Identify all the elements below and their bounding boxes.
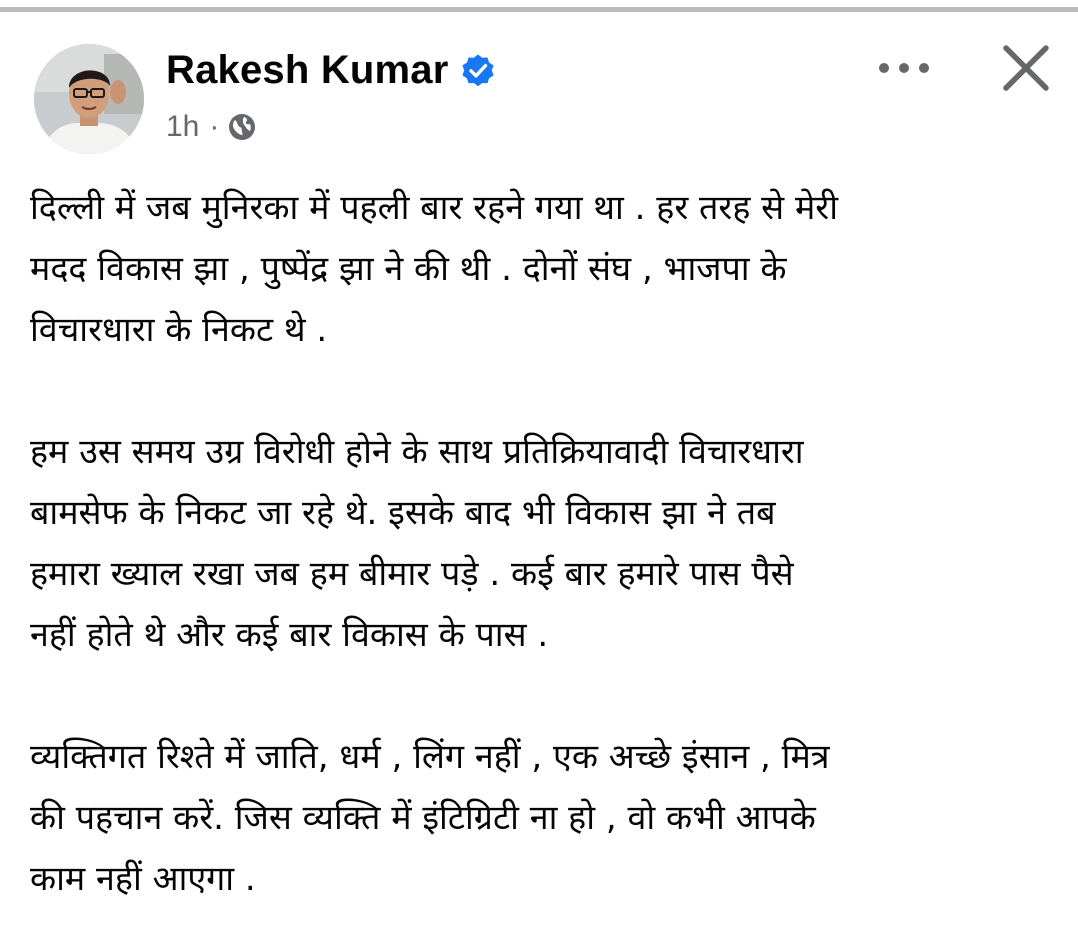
close-button[interactable] [998,40,1054,96]
text-line: की पहचान करें. जिस व्यक्ति में इंटिग्रिट… [30,798,816,838]
text-line: नहीं होते थे और कई बार विकास के पास . [30,615,549,655]
top-divider [0,7,1078,12]
post-paragraph: हम उस समय उग्र विरोधी होने के साथ प्रतिक… [30,422,1060,666]
post-meta: 1h · [166,107,257,147]
author-avatar[interactable] [34,44,144,154]
profile-photo [34,44,144,154]
text-line: हमारा ख्याल रखा जब हम बीमार पड़े . कई बा… [30,554,794,594]
more-options-button[interactable] [872,48,936,88]
text-line: विचारधारा के निकट थे . [30,310,328,350]
post-text: दिल्ली में जब मुनिरका में पहली बार रहने … [30,178,1060,910]
text-line: व्यक्तिगत रिश्ते में जाति, धर्म , लिंग न… [30,737,830,777]
post-time[interactable]: 1h [166,110,199,144]
text-line: मदद विकास झा , पुष्पेंद्र झा ने की थी . … [30,249,787,289]
meta-separator: · [209,110,220,143]
verified-badge-icon [462,54,494,87]
author-name[interactable]: Rakesh Kumar [166,46,449,94]
post-paragraph: व्यक्तिगत रिश्ते में जाति, धर्म , लिंग न… [30,727,1060,910]
post-paragraph: दिल्ली में जब मुनिरका में पहली बार रहने … [30,178,1060,361]
text-line: हम उस समय उग्र विरोधी होने के साथ प्रतिक… [30,432,804,472]
text-line: बामसेफ के निकट जा रहे थे. इसके बाद भी वि… [30,493,776,533]
close-icon [1003,45,1049,91]
text-line: दिल्ली में जब मुनिरका में पहली बार रहने … [30,188,839,228]
globe-icon[interactable] [227,112,257,142]
text-line: काम नहीं आएगा . [30,859,256,899]
more-horizontal-icon [879,63,929,73]
